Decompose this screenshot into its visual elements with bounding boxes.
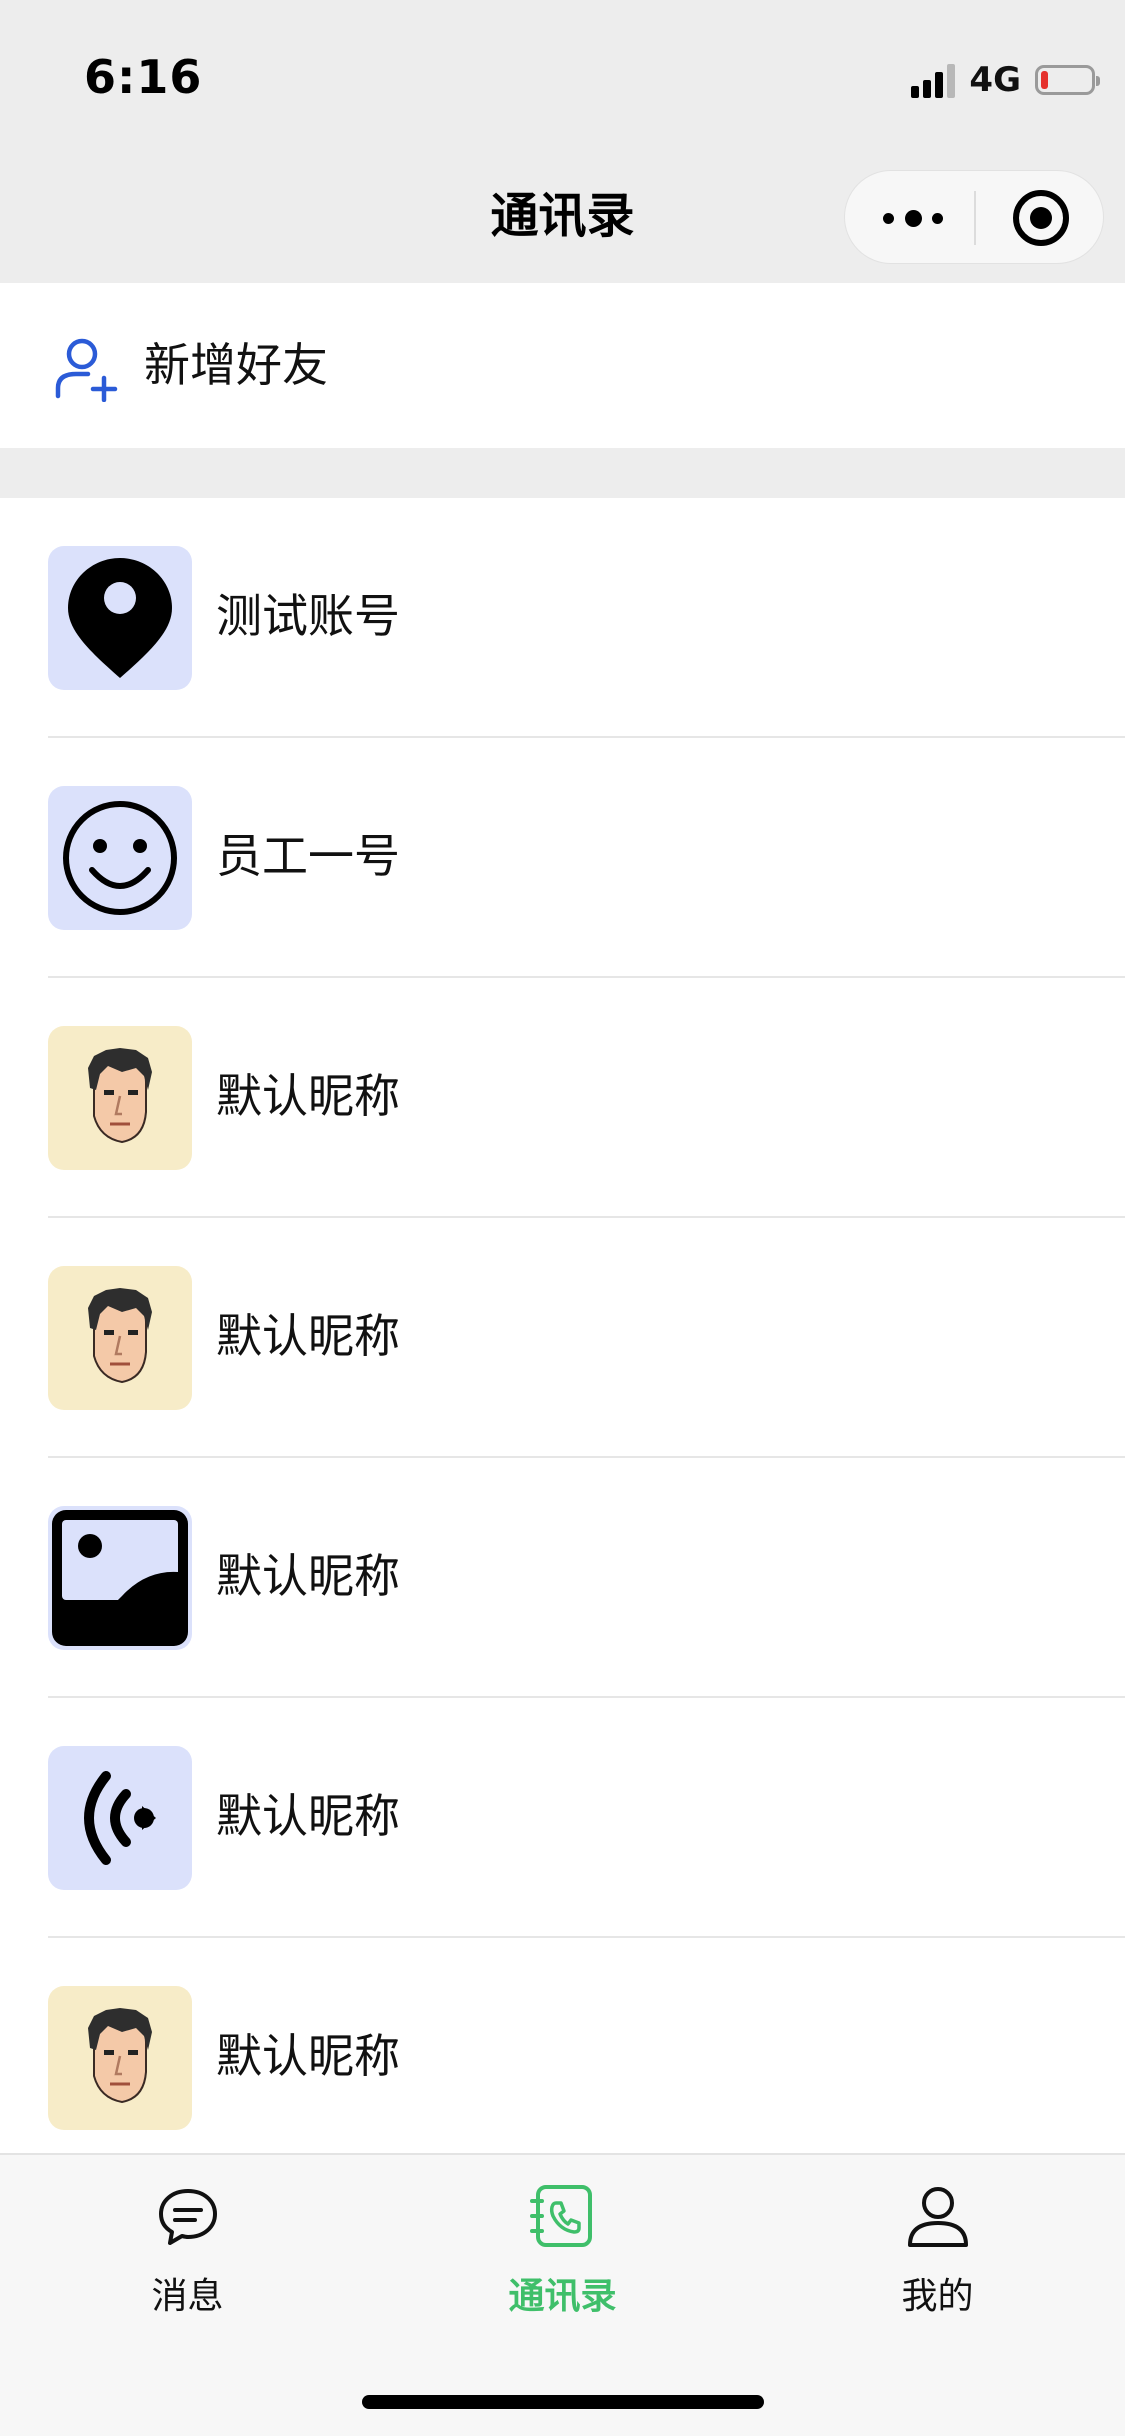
cartoon-face-avatar	[88, 2008, 152, 2104]
broadcast-signal-icon	[84, 1771, 156, 1865]
avatar	[48, 546, 192, 690]
add-user-icon	[55, 338, 118, 402]
contact-item[interactable]: 默认昵称	[0, 1698, 1125, 1938]
capsule-divider	[974, 191, 976, 245]
smiley-face-icon	[63, 801, 177, 915]
mini-program-capsule	[844, 170, 1104, 264]
avatar	[48, 786, 192, 930]
avatar	[48, 1746, 192, 1890]
more-dots-icon[interactable]	[883, 195, 943, 241]
add-friend-row[interactable]: 新增好友	[0, 283, 1125, 448]
section-divider	[0, 448, 1125, 498]
contact-name: 默认昵称	[216, 1309, 400, 1363]
contact-name: 默认昵称	[216, 1549, 400, 1603]
status-time: 6:16	[84, 50, 203, 104]
tab-label: 消息	[151, 2276, 224, 2317]
top-header: 6:16 4G 通讯录	[0, 0, 1125, 283]
contact-item[interactable]: 员工一号	[0, 738, 1125, 978]
contact-name: 默认昵称	[216, 1069, 400, 1123]
contact-name: 员工一号	[216, 829, 400, 883]
contact-item[interactable]: 默认昵称	[0, 1218, 1125, 1458]
location-pin-icon	[68, 558, 172, 678]
contact-name: 默认昵称	[216, 1789, 400, 1843]
avatar	[48, 1026, 192, 1170]
contact-list: 测试账号 员工一号 默认昵称 默认昵称 默认昵称 默认昵称 默认昵称	[0, 498, 1125, 2178]
tab-label: 通讯录	[508, 2276, 617, 2317]
status-indicators: 4G	[911, 58, 1100, 102]
contact-item[interactable]: 默认昵称	[0, 1458, 1125, 1698]
tab-contacts[interactable]: 通讯录	[375, 2155, 750, 2355]
avatar	[48, 1986, 192, 2130]
avatar	[48, 1506, 192, 1650]
bottom-tab-bar: 消息 通讯录 我的	[0, 2153, 1125, 2436]
home-indicator	[362, 2395, 764, 2409]
user-profile-icon	[908, 2187, 968, 2247]
contact-name: 测试账号	[216, 589, 400, 643]
contact-item[interactable]: 默认昵称	[0, 1938, 1125, 2178]
capsule-close-icon[interactable]	[1013, 190, 1069, 246]
cartoon-face-avatar	[88, 1288, 152, 1384]
contact-name: 默认昵称	[216, 2029, 400, 2083]
battery-icon	[1035, 65, 1100, 95]
chat-bubble-icon	[159, 2189, 217, 2245]
contact-item[interactable]: 默认昵称	[0, 978, 1125, 1218]
cartoon-face-avatar	[88, 1048, 152, 1144]
avatar	[48, 1266, 192, 1410]
image-placeholder-icon	[52, 1510, 188, 1646]
network-type: 4G	[969, 60, 1021, 100]
signal-strength-icon	[911, 62, 956, 98]
phone-book-icon	[530, 2185, 592, 2247]
tab-profile[interactable]: 我的	[750, 2155, 1125, 2355]
contact-item[interactable]: 测试账号	[0, 498, 1125, 738]
tab-messages[interactable]: 消息	[0, 2155, 375, 2355]
tab-label: 我的	[901, 2276, 974, 2317]
add-friend-label: 新增好友	[144, 338, 328, 392]
battery-level	[1041, 71, 1048, 89]
